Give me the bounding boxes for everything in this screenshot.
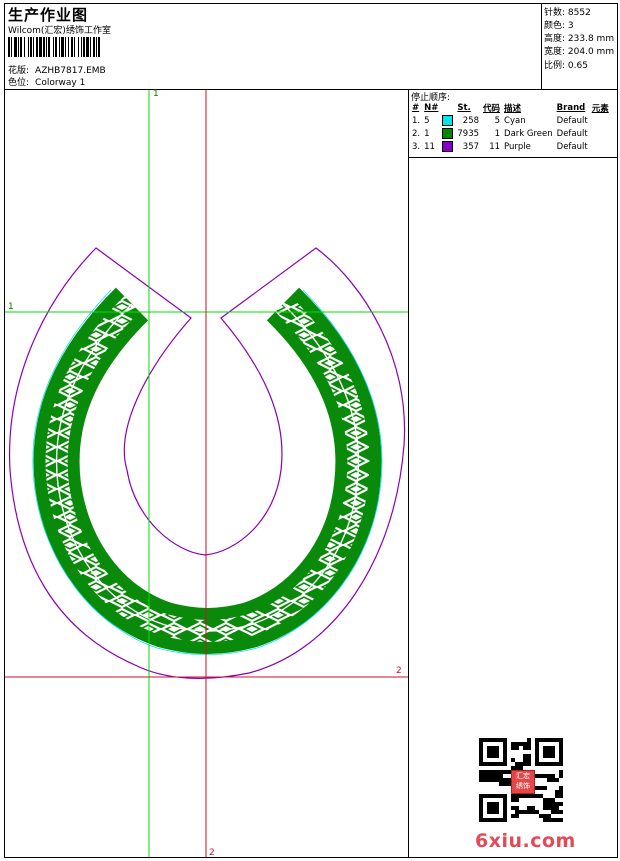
header-info: 生产作业图 Wilcom(汇宏)绣饰工作室 花版: AZHB7817.EMB 色位… — [5, 4, 541, 89]
color-swatch-purple — [442, 141, 454, 152]
color-swatch-cyan — [442, 115, 454, 126]
barcode — [8, 37, 100, 57]
col-stitches: St. — [457, 102, 471, 113]
design-height: 高度: 233.8 mm — [544, 34, 615, 44]
stitch-count: 针数: 8552 — [544, 8, 591, 18]
table-divider — [409, 157, 618, 158]
guide-label-red-right: 2 — [396, 666, 402, 676]
colorway-value: Colorway 1 — [35, 78, 86, 88]
col-description: 描述 — [504, 103, 522, 114]
watermark-logo: 6xiu.com — [475, 830, 576, 852]
table-row: 2. 1 7935 1 Dark Green Default — [412, 128, 588, 139]
color-swatch-dark-green — [442, 128, 454, 139]
seal-stamp: 汇宏 绣饰 — [511, 770, 535, 794]
col-needle: N# — [424, 102, 439, 113]
page-title: 生产作业图 — [8, 6, 89, 24]
colorway-line: 色位: Colorway 1 — [8, 75, 85, 88]
design-width: 宽度: 204.0 mm — [544, 47, 615, 57]
col-index: # — [412, 102, 420, 113]
company-name: Wilcom(汇宏)绣饰工作室 — [8, 26, 111, 36]
horseshoe-diamond-pattern — [45, 296, 370, 642]
table-row: 1. 5 258 5 Cyan Default — [412, 115, 588, 126]
embroidery-design — [5, 90, 408, 857]
guide-label-green-left: 1 — [8, 302, 14, 312]
guide-label-red-bottom: 2 — [209, 848, 215, 858]
production-worksheet: 生产作业图 Wilcom(汇宏)绣饰工作室 花版: AZHB7817.EMB 色位… — [4, 3, 618, 858]
design-preview: 1 1 2 2 — [5, 89, 408, 858]
design-stats: 针数: 8552 颜色: 3 高度: 233.8 mm 宽度: 204.0 mm… — [541, 4, 618, 89]
col-brand: Brand — [556, 102, 586, 113]
col-code: 代码 — [483, 103, 501, 114]
col-swatch — [440, 101, 455, 114]
stop-sequence-table: # N# St. 代码 描述 Brand 元素 1. 5 258 5 Cyan … — [410, 101, 611, 153]
color-count: 颜色: 3 — [544, 21, 574, 31]
guide-label-green-top: 1 — [153, 89, 159, 99]
design-scale: 比例: 0.65 — [544, 61, 588, 71]
stop-sequence-panel: 停止顺序: # N# St. 代码 描述 Brand 元素 1. 5 258 5… — [408, 90, 618, 857]
colorway-label: 色位: — [8, 78, 30, 88]
table-row: 3. 11 357 11 Purple Default — [412, 141, 588, 152]
table-header-row: # N# St. 代码 描述 Brand 元素 — [410, 101, 611, 114]
col-element: 元素 — [591, 103, 609, 114]
